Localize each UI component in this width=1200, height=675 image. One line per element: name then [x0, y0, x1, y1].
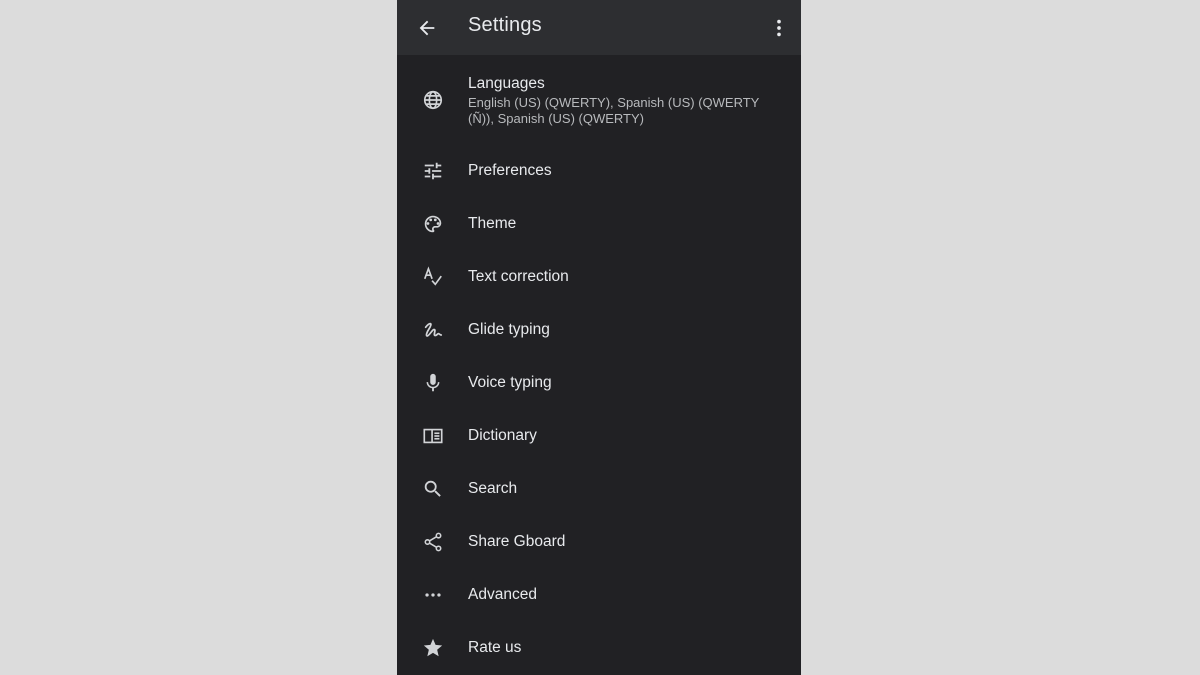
settings-item-glide-typing[interactable]: Glide typing: [397, 303, 801, 356]
settings-item-label: Dictionary: [468, 426, 537, 444]
mic-icon: [421, 371, 445, 395]
languages-summary: English (US) (QWERTY), Spanish (US) (QWE…: [468, 95, 760, 126]
more-horiz-icon: [421, 583, 445, 607]
settings-item-voice-typing[interactable]: Voice typing: [397, 356, 801, 409]
settings-item-label: Preferences: [468, 161, 552, 179]
book-icon: [421, 424, 445, 448]
spellcheck-icon: [421, 265, 445, 289]
page-title: Settings: [468, 14, 542, 36]
settings-item-share-gboard[interactable]: Share Gboard: [397, 515, 801, 568]
languages-text: Languages English (US) (QWERTY), Spanish…: [468, 74, 778, 127]
settings-item-label: Voice typing: [468, 373, 552, 391]
settings-item-label: Languages: [468, 75, 545, 92]
settings-list: Languages English (US) (QWERTY), Spanish…: [397, 55, 801, 674]
app-bar: Settings: [397, 0, 801, 55]
settings-item-languages[interactable]: Languages English (US) (QWERTY), Spanish…: [397, 55, 801, 144]
star-icon: [421, 636, 445, 660]
share-icon: [421, 530, 445, 554]
settings-item-label: Advanced: [468, 585, 537, 603]
gesture-icon: [421, 318, 445, 342]
settings-item-label: Share Gboard: [468, 532, 566, 550]
settings-item-label: Text correction: [468, 267, 569, 285]
settings-item-label: Search: [468, 479, 518, 497]
settings-item-advanced[interactable]: Advanced: [397, 568, 801, 621]
settings-screen: Settings Languages English (US) (QWERTY)…: [397, 0, 801, 675]
settings-item-label: Glide typing: [468, 320, 550, 338]
arrow-back-icon: [416, 17, 438, 39]
more-vert-icon: [768, 17, 790, 39]
more-options-button[interactable]: [763, 8, 795, 48]
settings-item-rate-us[interactable]: Rate us: [397, 621, 801, 674]
globe-icon: [421, 88, 445, 112]
settings-item-search[interactable]: Search: [397, 462, 801, 515]
settings-item-label: Theme: [468, 214, 517, 232]
settings-item-label: Rate us: [468, 638, 522, 656]
back-button[interactable]: [407, 8, 447, 48]
settings-item-theme[interactable]: Theme: [397, 197, 801, 250]
tune-icon: [421, 159, 445, 183]
settings-item-preferences[interactable]: Preferences: [397, 144, 801, 197]
search-icon: [421, 477, 445, 501]
palette-icon: [421, 212, 445, 236]
settings-item-text-correction[interactable]: Text correction: [397, 250, 801, 303]
settings-item-dictionary[interactable]: Dictionary: [397, 409, 801, 462]
